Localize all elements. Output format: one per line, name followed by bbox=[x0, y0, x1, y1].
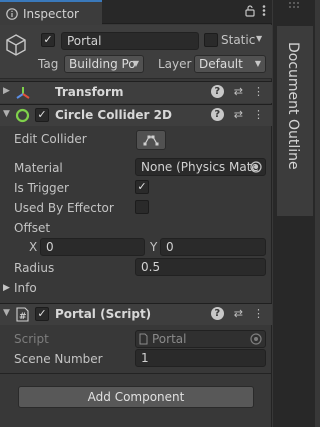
edit-collider-label: Edit Collider bbox=[14, 132, 87, 146]
chevron-down-icon: ▼ bbox=[132, 59, 139, 68]
script-icon: # bbox=[16, 307, 29, 322]
collider-enabled-checkbox[interactable]: ✓ bbox=[35, 108, 49, 122]
svg-text:#: # bbox=[19, 312, 27, 322]
kebab-menu-icon[interactable]: ⋮ bbox=[253, 85, 264, 98]
material-field[interactable]: None (Physics Mate bbox=[135, 158, 266, 176]
fold-arrow-icon[interactable]: ▼ bbox=[3, 308, 10, 318]
dotted-drag-icon[interactable] bbox=[287, 0, 301, 10]
tag-label: Tag bbox=[38, 57, 59, 71]
offset-y-label: Y bbox=[150, 240, 158, 254]
fold-arrow-icon[interactable]: ▼ bbox=[3, 109, 10, 119]
side-panel-top bbox=[273, 0, 315, 18]
scene-number-field[interactable]: 1 bbox=[135, 349, 266, 367]
portal-script-tools: ? ⇄ ⋮ bbox=[210, 307, 264, 320]
tab-inspector[interactable]: Inspector bbox=[0, 0, 102, 25]
tab-tools bbox=[245, 4, 266, 17]
document-outline-title[interactable]: Document Outline bbox=[285, 42, 301, 170]
transform-tools: ? ⇄ ⋮ bbox=[210, 85, 264, 98]
layer-label: Layer bbox=[158, 57, 192, 71]
used-by-effector-label: Used By Effector bbox=[14, 201, 114, 215]
radius-field[interactable]: 0.5 bbox=[135, 258, 266, 276]
chevron-down-icon: ▼ bbox=[254, 59, 261, 68]
kebab-menu-icon[interactable]: ⋮ bbox=[253, 307, 264, 320]
offset-x-field[interactable]: 0 bbox=[40, 238, 145, 256]
is-trigger-checkbox[interactable]: ✓ bbox=[135, 180, 149, 194]
document-outline-panel: Document Outline bbox=[273, 0, 315, 427]
static-label: Static bbox=[221, 33, 256, 47]
edit-collider-button[interactable] bbox=[136, 130, 166, 150]
edit-collider-icon bbox=[143, 135, 159, 146]
gameobject-name-field[interactable]: Portal bbox=[61, 32, 199, 50]
offset-label: Offset bbox=[14, 221, 51, 235]
transform-title: Transform bbox=[55, 85, 124, 99]
gameobject-active-checkbox[interactable]: ✓ bbox=[41, 33, 55, 47]
portal-script-component-header[interactable]: ▼ # ✓ Portal (Script) ? ⇄ ⋮ bbox=[0, 303, 272, 325]
preset-icon[interactable]: ⇄ bbox=[234, 307, 243, 320]
script-value: Portal bbox=[152, 332, 187, 346]
inspector-tabbar: Inspector bbox=[0, 0, 272, 25]
material-label: Material bbox=[14, 161, 63, 175]
preset-icon[interactable]: ⇄ bbox=[234, 85, 243, 98]
kebab-menu-icon[interactable]: ⋮ bbox=[253, 108, 264, 121]
circle-collider-component-header[interactable]: ▼ ✓ Circle Collider 2D ? ⇄ ⋮ bbox=[0, 104, 272, 126]
inspector-panel: Inspector ✓ Portal Static ▼ Tag Building bbox=[0, 0, 272, 427]
circle-collider-tools: ? ⇄ ⋮ bbox=[210, 108, 264, 121]
static-checkbox[interactable] bbox=[204, 33, 218, 47]
fold-arrow-icon[interactable]: ▶ bbox=[3, 283, 10, 293]
divider bbox=[0, 373, 272, 374]
help-icon[interactable]: ? bbox=[210, 85, 224, 98]
tag-value: Building Po bbox=[69, 57, 136, 71]
layer-value: Default bbox=[199, 57, 243, 71]
fold-arrow-icon[interactable]: ▶ bbox=[3, 86, 10, 96]
used-by-effector-checkbox[interactable] bbox=[135, 200, 149, 214]
add-component-button[interactable]: Add Component bbox=[18, 386, 254, 408]
script-enabled-checkbox[interactable]: ✓ bbox=[35, 307, 49, 321]
script-file-icon bbox=[139, 333, 148, 345]
help-icon[interactable]: ? bbox=[210, 307, 224, 320]
radius-label: Radius bbox=[14, 261, 55, 275]
lock-icon[interactable] bbox=[245, 4, 255, 17]
scene-number-label: Scene Number bbox=[14, 352, 103, 366]
info-icon bbox=[6, 7, 18, 20]
tab-inspector-label: Inspector bbox=[23, 6, 79, 21]
script-label: Script bbox=[14, 332, 49, 346]
portal-script-title: Portal (Script) bbox=[55, 307, 152, 321]
layer-dropdown[interactable]: Default ▼ bbox=[194, 55, 266, 73]
circle-collider-icon bbox=[15, 108, 30, 123]
help-icon[interactable]: ? bbox=[210, 108, 224, 121]
object-picker-icon bbox=[250, 333, 262, 345]
static-dropdown-caret-icon[interactable]: ▼ bbox=[256, 34, 262, 43]
kebab-menu-icon[interactable] bbox=[262, 4, 266, 17]
material-value: None (Physics Mate bbox=[141, 160, 259, 174]
transform-component-header[interactable]: ▶ Transform ? ⇄ ⋮ bbox=[0, 81, 272, 103]
object-picker-icon[interactable] bbox=[250, 161, 262, 173]
transform-axis-icon bbox=[16, 87, 30, 99]
info-foldout-label[interactable]: Info bbox=[14, 281, 37, 295]
gameobject-cube-icon bbox=[6, 34, 26, 56]
tag-dropdown[interactable]: Building Po ▼ bbox=[64, 55, 144, 73]
offset-x-label: X bbox=[29, 240, 38, 254]
preset-icon[interactable]: ⇄ bbox=[234, 108, 243, 121]
circle-collider-title: Circle Collider 2D bbox=[55, 108, 172, 122]
offset-y-field[interactable]: 0 bbox=[160, 238, 266, 256]
script-field: Portal bbox=[135, 330, 266, 348]
gameobject-header: ✓ Portal Static ▼ Tag Building Po ▼ Laye… bbox=[0, 25, 272, 79]
is-trigger-label: Is Trigger bbox=[14, 181, 69, 195]
